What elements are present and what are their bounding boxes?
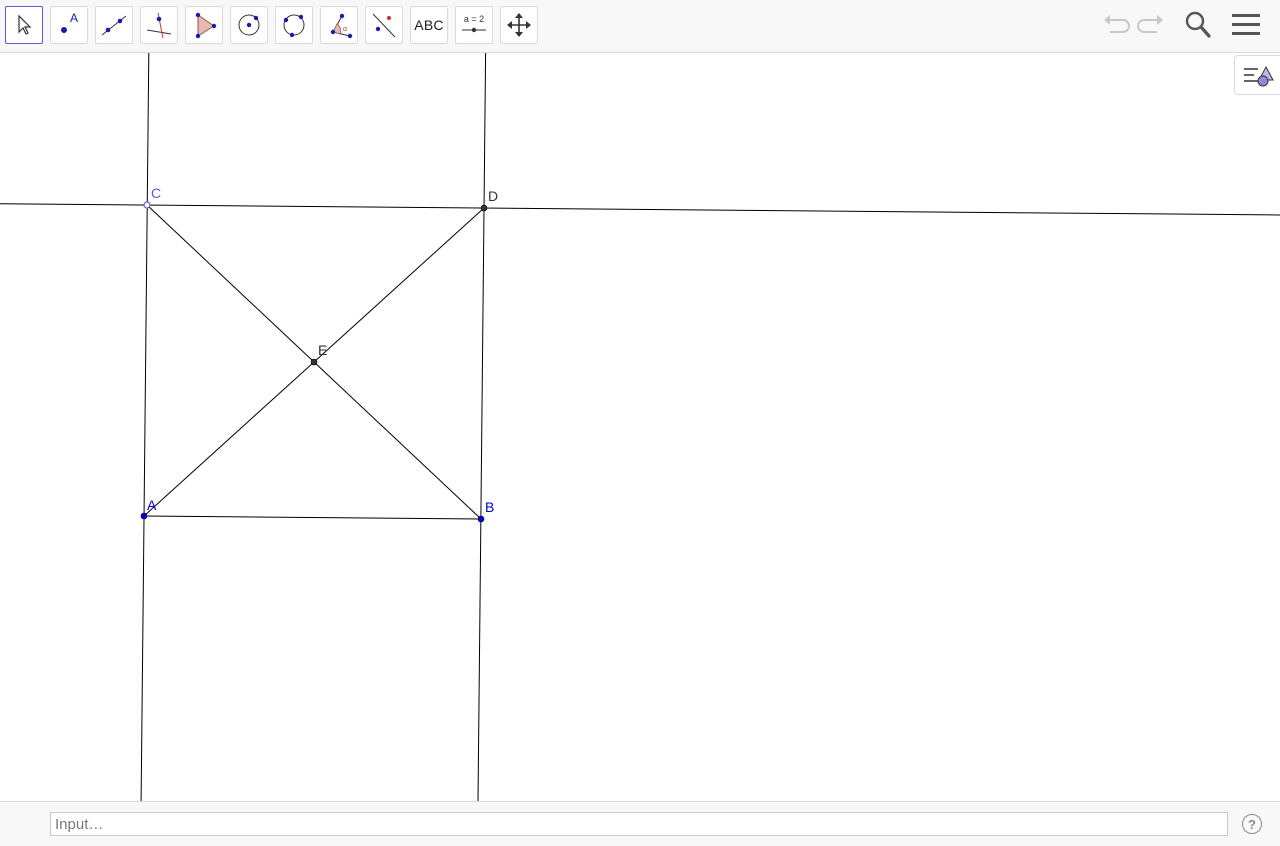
algebra-input-field[interactable] <box>50 812 1228 836</box>
angle-tool-button[interactable]: α <box>320 6 358 44</box>
reflect-about-line-icon <box>372 13 396 38</box>
text-tool-button[interactable]: ABC <box>410 6 448 44</box>
line-through-d-b[interactable] <box>477 53 487 801</box>
polygon-tool-button[interactable] <box>185 6 223 44</box>
perpendicular-tool-button[interactable] <box>140 6 178 44</box>
svg-text:C: C <box>151 185 161 201</box>
reflect-tool-button[interactable] <box>365 6 403 44</box>
main-menu-button[interactable] <box>1229 8 1263 42</box>
undo-button[interactable] <box>1098 8 1132 42</box>
point-d[interactable]: D <box>480 188 498 212</box>
graphics-view[interactable]: A B C D E <box>0 53 1280 801</box>
help-icon: ? <box>1248 816 1256 832</box>
style-bar-icon <box>1243 65 1274 87</box>
menu-icon <box>1232 14 1260 35</box>
svg-text:B: B <box>485 499 494 515</box>
perpendicular-line-icon <box>146 12 172 39</box>
line-through-c-a[interactable] <box>140 53 150 801</box>
point-c[interactable]: C <box>143 185 161 209</box>
point-tool-button[interactable]: A <box>50 6 88 44</box>
line-tool-button[interactable] <box>95 6 133 44</box>
conic-tool-button[interactable] <box>275 6 313 44</box>
segment-ab[interactable] <box>143 515 482 520</box>
svg-text:A: A <box>70 11 78 25</box>
undo-icon <box>1104 15 1130 33</box>
polygon-icon <box>195 12 217 39</box>
arrow-cursor-icon <box>18 14 32 35</box>
search-button[interactable] <box>1181 8 1215 42</box>
svg-text:α: α <box>343 26 347 33</box>
slider-icon: a = 2 <box>462 14 486 33</box>
redo-button[interactable] <box>1135 8 1169 42</box>
move-graphics-view-icon <box>507 13 531 37</box>
input-bar: ? <box>0 801 1280 846</box>
line-through-points-icon <box>101 15 127 36</box>
svg-text:E: E <box>318 342 327 358</box>
svg-text:a = 2: a = 2 <box>464 14 484 24</box>
move-graphics-tool-button[interactable] <box>500 6 538 44</box>
text-icon: ABC <box>414 17 444 33</box>
toolbar: A α ABC a = 2 <box>0 0 1280 53</box>
point-icon: A <box>61 11 78 33</box>
graphics-canvas[interactable]: A B C D E <box>0 53 1280 801</box>
circle-three-points-icon <box>283 14 305 38</box>
move-tool-button[interactable] <box>5 6 43 44</box>
search-icon <box>1185 11 1211 38</box>
redo-icon <box>1137 15 1163 33</box>
svg-text:A: A <box>147 497 157 513</box>
point-e[interactable]: E <box>310 342 327 366</box>
slider-tool-button[interactable]: a = 2 <box>455 6 493 44</box>
input-help-button[interactable]: ? <box>1242 814 1262 834</box>
circle-tool-button[interactable] <box>230 6 268 44</box>
point-b[interactable]: B <box>477 499 494 523</box>
circle-center-point-icon <box>238 14 260 36</box>
svg-text:D: D <box>488 188 498 204</box>
line-through-c-d[interactable] <box>0 203 1280 216</box>
angle-icon: α <box>330 13 353 39</box>
style-bar-toggle-button[interactable] <box>1234 55 1280 95</box>
